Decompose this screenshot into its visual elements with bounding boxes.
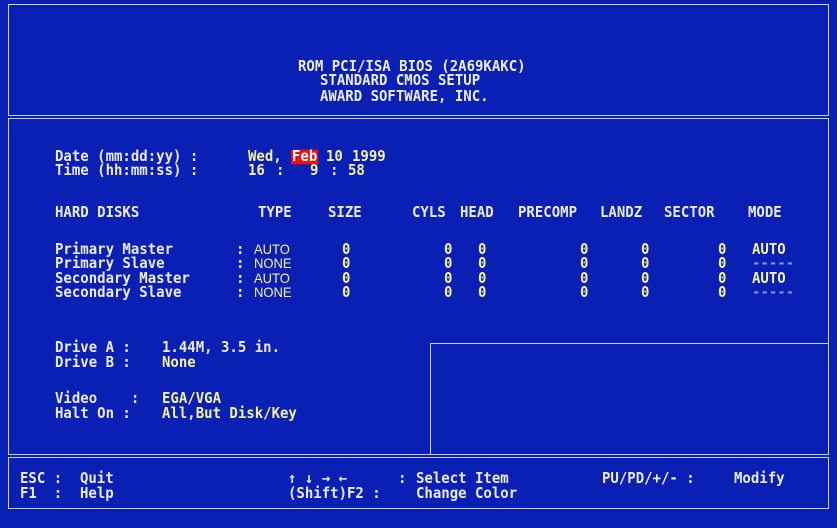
bios-screen: ROM PCI/ISA BIOS (2A69KAKC) STANDARD CMO… [0, 0, 837, 528]
drive-b-field[interactable]: None [162, 356, 196, 371]
select-item-label: Select Item [416, 470, 509, 488]
col-header-head: HEAD [460, 204, 494, 222]
modify-key: PU/PD/+/- : [602, 470, 695, 488]
col-header-sector: SECTOR [664, 204, 715, 222]
modify-label: Modify [734, 470, 785, 488]
memory-info-box [430, 343, 829, 455]
disk-head: 0 [478, 284, 487, 302]
time-hour-field[interactable]: 16 [248, 164, 265, 179]
drive-a-label: Drive A : [55, 339, 131, 357]
time-second-field[interactable]: 58 [348, 164, 365, 179]
halt-on-label: Halt On : [55, 405, 131, 423]
disk-type-field[interactable]: NONE [254, 256, 292, 272]
arrow-keys-sep: : [398, 470, 407, 488]
time-sep-2: : [330, 162, 339, 180]
video-label: Video : [55, 390, 140, 408]
time-minute-field[interactable]: 9 [310, 164, 318, 179]
col-header-precomp: PRECOMP [518, 204, 578, 222]
disk-sep: : [236, 255, 245, 273]
setup-title: STANDARD CMOS SETUP [320, 72, 481, 90]
disk-size: 0 [342, 284, 351, 302]
col-header-landz: LANDZ [600, 204, 643, 222]
col-header-type: TYPE [258, 204, 292, 222]
f1-key: F1 : [20, 485, 63, 503]
disk-precomp: 0 [580, 284, 589, 302]
col-header-cyls: CYLS [412, 204, 446, 222]
disk-head: 0 [478, 255, 487, 273]
disk-precomp: 0 [580, 255, 589, 273]
disk-sep: : [236, 284, 245, 302]
disk-cyls: 0 [444, 255, 453, 273]
vendor-title: AWARD SOFTWARE, INC. [320, 88, 489, 106]
col-header-size: SIZE [328, 204, 362, 222]
disk-landz: 0 [641, 255, 650, 273]
arrow-keys-icon: ↑ ↓ → ← [288, 470, 348, 488]
esc-key: ESC : [20, 470, 63, 488]
time-label: Time (hh:mm:ss) : [55, 162, 199, 180]
disk-name: Primary Slave [55, 255, 165, 273]
disk-landz: 0 [641, 284, 650, 302]
disk-type-field[interactable]: NONE [254, 285, 292, 301]
disk-mode-field[interactable]: ----- [752, 257, 794, 272]
disk-sector: 0 [718, 255, 727, 273]
halt-on-field[interactable]: All,But Disk/Key [162, 407, 297, 422]
time-sep-1: : [276, 162, 285, 180]
esc-quit-label[interactable]: Quit [80, 472, 114, 487]
disk-cyls: 0 [444, 284, 453, 302]
disk-sector: 0 [718, 284, 727, 302]
drive-b-label: Drive B : [55, 354, 131, 372]
video-field[interactable]: EGA/VGA [162, 392, 221, 407]
f1-help-label[interactable]: Help [80, 487, 114, 502]
disk-size: 0 [342, 255, 351, 273]
change-color-label[interactable]: Change Color [416, 487, 517, 502]
col-header-hard-disks: HARD DISKS [55, 204, 140, 222]
col-header-mode: MODE [748, 204, 782, 222]
shift-f2-key: (Shift)F2 : [288, 485, 381, 503]
disk-mode-field[interactable]: ----- [752, 286, 794, 301]
disk-name: Secondary Slave [55, 284, 182, 302]
drive-a-field[interactable]: 1.44M, 3.5 in. [162, 341, 280, 356]
